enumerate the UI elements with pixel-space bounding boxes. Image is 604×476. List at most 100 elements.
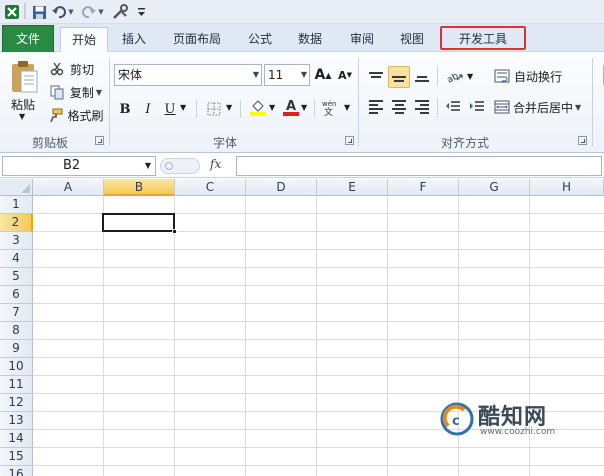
alignment-launcher-icon[interactable] — [578, 136, 587, 145]
fill-color-dropdown-icon[interactable]: ▼ — [269, 103, 275, 112]
column-header-h[interactable]: H — [530, 179, 604, 196]
column-header-a[interactable]: A — [33, 179, 104, 196]
align-middle-icon[interactable] — [388, 66, 410, 88]
row-header-8[interactable]: 8 — [0, 322, 33, 340]
decrease-indent-icon[interactable] — [442, 96, 464, 118]
align-left-icon[interactable] — [365, 96, 387, 118]
bold-button[interactable]: B — [116, 98, 134, 120]
fill-color-icon[interactable] — [248, 96, 268, 118]
border-icon[interactable] — [204, 98, 224, 120]
format-painter-button[interactable]: 格式刷 — [46, 104, 106, 126]
merge-center-label: 合并后居中 — [513, 100, 574, 115]
font-size-combo[interactable]: 11 ▼ — [264, 64, 310, 86]
name-box-dropdown-icon[interactable]: ▼ — [145, 157, 151, 175]
column-header-c[interactable]: C — [175, 179, 246, 196]
align-top-icon[interactable] — [365, 66, 387, 88]
gridline — [174, 196, 175, 476]
number-format-combo[interactable] — [596, 64, 604, 86]
formula-input[interactable] — [236, 156, 602, 176]
developer-tab-highlight-box — [440, 26, 526, 50]
font-divider — [196, 100, 197, 118]
active-cell-b2[interactable] — [102, 213, 175, 232]
phonetic-icon[interactable]: wén 文 — [320, 96, 342, 118]
insert-function-icon[interactable]: fx — [210, 157, 221, 171]
fill-handle[interactable] — [172, 229, 177, 234]
font-size-value: 11 — [268, 68, 284, 82]
row-header-6[interactable]: 6 — [0, 286, 33, 304]
row-header-4[interactable]: 4 — [0, 250, 33, 268]
row-header-5[interactable]: 5 — [0, 268, 33, 286]
column-header-b[interactable]: B — [104, 179, 175, 196]
name-box[interactable]: B2 ▼ — [2, 156, 156, 176]
align-bottom-icon[interactable] — [411, 66, 433, 88]
orientation-icon[interactable]: ab — [444, 66, 466, 88]
select-all-corner[interactable] — [0, 179, 33, 196]
column-header-f[interactable]: F — [388, 179, 459, 196]
align-right-icon[interactable] — [411, 96, 433, 118]
copy-label: 复制 — [69, 85, 94, 100]
font-launcher-icon[interactable] — [345, 136, 354, 145]
column-header-g[interactable]: G — [459, 179, 530, 196]
row-header-9[interactable]: 9 — [0, 340, 33, 358]
wrap-text-button[interactable]: 自动换行 — [494, 65, 566, 87]
wrap-text-label: 自动换行 — [514, 69, 563, 84]
format-painter-icon — [50, 108, 63, 122]
tab-file[interactable]: 文件 — [2, 25, 54, 52]
underline-button[interactable]: U — [161, 98, 179, 120]
merge-center-button[interactable]: 合并后居中 ▼ — [494, 96, 590, 118]
font-divider — [240, 100, 241, 118]
paste-label[interactable]: 粘贴 — [11, 96, 35, 113]
tab-insert[interactable]: 插入 — [112, 27, 156, 52]
tab-home[interactable]: 开始 — [60, 27, 108, 52]
row-header-10[interactable]: 10 — [0, 358, 33, 376]
border-dropdown-icon[interactable]: ▼ — [226, 103, 232, 112]
gridline — [33, 393, 604, 394]
merge-center-dropdown-icon[interactable]: ▼ — [575, 103, 581, 112]
font-name-combo[interactable]: 宋体 ▼ — [114, 64, 262, 86]
row-header-2[interactable]: 2 — [0, 214, 33, 232]
row-header-12[interactable]: 12 — [0, 394, 33, 412]
row-header-3[interactable]: 3 — [0, 232, 33, 250]
save-icon[interactable] — [30, 3, 48, 21]
font-name-dropdown-icon[interactable]: ▼ — [253, 65, 259, 85]
paste-dropdown-icon[interactable]: ▼ — [19, 112, 25, 121]
group-divider — [109, 58, 110, 146]
undo-icon[interactable]: ▼ — [50, 3, 76, 21]
row-header-7[interactable]: 7 — [0, 304, 33, 322]
tab-view[interactable]: 视图 — [390, 27, 434, 52]
copy-dropdown-icon[interactable]: ▼ — [96, 88, 102, 97]
redo-icon[interactable]: ▼ — [80, 3, 106, 21]
row-header-14[interactable]: 14 — [0, 430, 33, 448]
resize-handle-icon[interactable] — [165, 162, 173, 170]
customize-icon[interactable] — [134, 3, 148, 21]
grow-font-icon[interactable]: A ▲ — [313, 64, 333, 86]
orientation-dropdown-icon[interactable]: ▼ — [467, 72, 473, 81]
tab-formulas[interactable]: 公式 — [238, 27, 282, 52]
tab-review[interactable]: 审阅 — [340, 27, 384, 52]
underline-dropdown-icon[interactable]: ▼ — [180, 103, 186, 112]
font-color-icon[interactable]: A — [282, 96, 300, 118]
tools-icon[interactable] — [110, 3, 132, 21]
row-header-15[interactable]: 15 — [0, 448, 33, 466]
row-header-1[interactable]: 1 — [0, 196, 33, 214]
font-color-dropdown-icon[interactable]: ▼ — [301, 103, 307, 112]
tab-data[interactable]: 数据 — [288, 27, 332, 52]
shrink-font-icon[interactable]: A ▼ — [335, 64, 355, 86]
copy-button[interactable]: 复制 ▼ — [46, 81, 106, 103]
paste-icon[interactable] — [6, 57, 42, 97]
cut-button[interactable]: 剪切 — [46, 58, 98, 80]
row-header-16[interactable]: 16 — [0, 466, 33, 476]
formula-controls — [160, 158, 200, 174]
increase-indent-icon[interactable] — [466, 96, 488, 118]
column-header-d[interactable]: D — [246, 179, 317, 196]
font-size-dropdown-icon[interactable]: ▼ — [301, 65, 307, 85]
excel-logo-icon[interactable] — [3, 3, 21, 21]
row-header-13[interactable]: 13 — [0, 412, 33, 430]
row-header-11[interactable]: 11 — [0, 376, 33, 394]
phonetic-dropdown-icon[interactable]: ▼ — [344, 103, 350, 112]
tab-page-layout[interactable]: 页面布局 — [162, 27, 232, 52]
clipboard-launcher-icon[interactable] — [95, 136, 104, 145]
align-center-icon[interactable] — [388, 96, 410, 118]
column-header-e[interactable]: E — [317, 179, 388, 196]
italic-button[interactable]: I — [139, 98, 157, 120]
